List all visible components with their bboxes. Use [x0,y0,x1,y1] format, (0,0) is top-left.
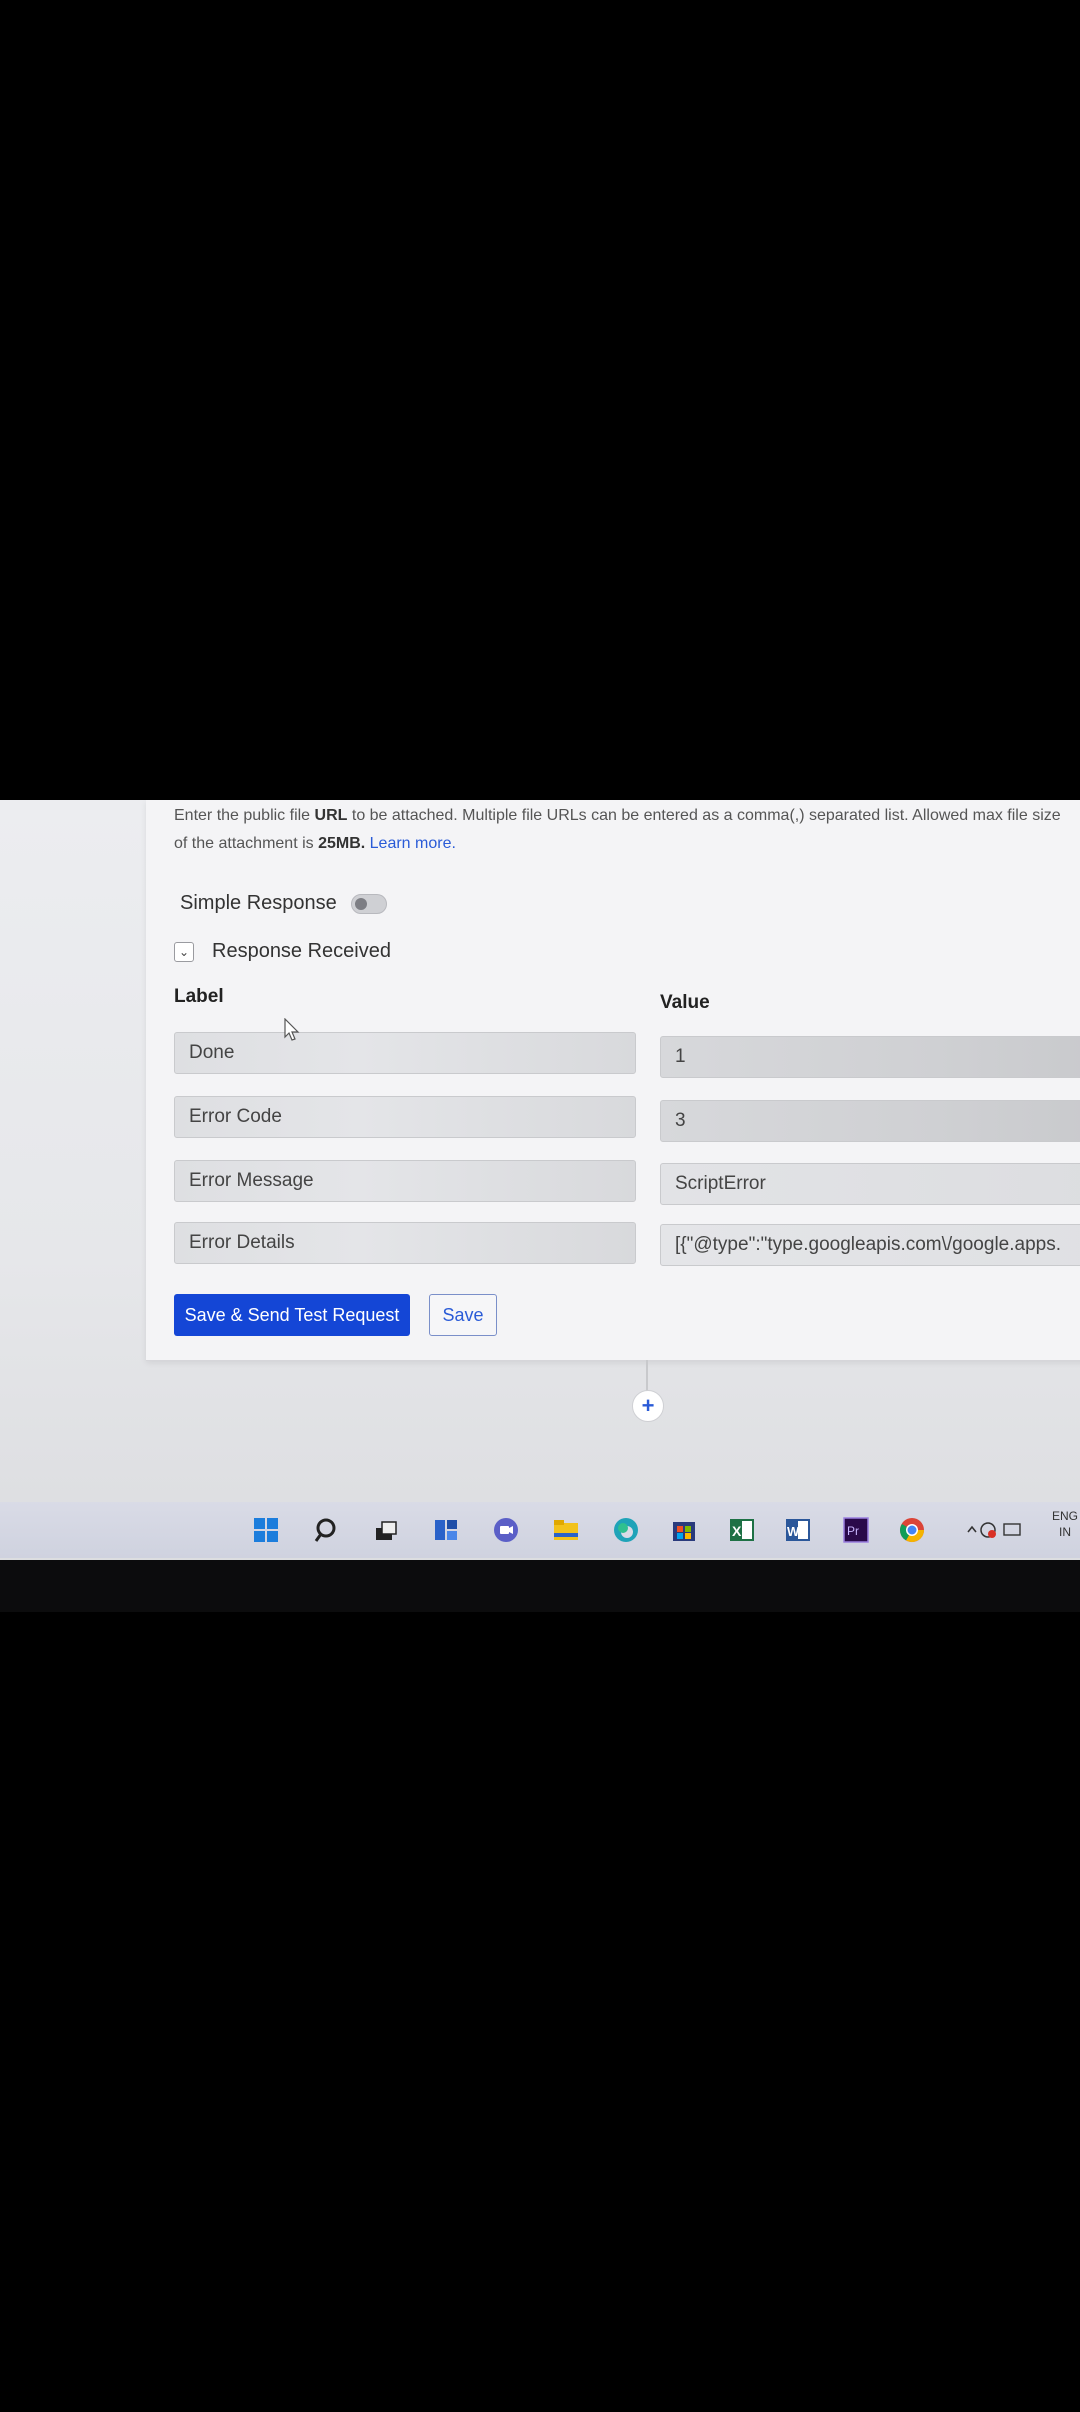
label-field-error-details[interactable]: Error Details [174,1222,636,1264]
label-field-done[interactable]: Done [174,1032,636,1074]
edge-icon[interactable] [612,1516,640,1544]
value-field-done[interactable]: 1 [660,1036,1080,1078]
word-icon[interactable]: W [784,1516,812,1544]
windows-start-icon[interactable] [252,1516,280,1544]
file-explorer-icon[interactable] [552,1516,580,1544]
language-indicator[interactable]: ENG IN [1052,1508,1078,1540]
save-and-send-test-request-button[interactable]: Save & Send Test Request [174,1294,410,1336]
simple-response-label: Simple Response [180,892,337,914]
mouse-pointer-icon [284,1018,300,1041]
system-tray-icons[interactable] [964,1516,1024,1544]
learn-more-link[interactable]: Learn more. [370,835,456,852]
value-field-error-details[interactable]: [{"@type":"type.googleapis.com\/google.a… [660,1224,1080,1266]
flow-connector [646,1360,648,1394]
laptop-bezel [0,1560,1080,1612]
widgets-icon[interactable] [432,1516,460,1544]
value-field-error-message[interactable]: ScriptError [660,1163,1080,1205]
simple-response-row: Simple Response [180,892,387,915]
excel-icon[interactable]: X [728,1516,756,1544]
search-icon[interactable] [312,1516,340,1544]
store-icon[interactable] [670,1516,698,1544]
svg-text:X: X [732,1523,742,1539]
windows-taskbar: X W Pr ENG IN [0,1502,1080,1558]
response-received-label: Response Received [212,940,391,962]
simple-response-toggle[interactable] [350,893,387,914]
save-button[interactable]: Save [429,1294,497,1336]
add-step-button[interactable]: + [632,1390,664,1422]
svg-text:W: W [787,1524,800,1539]
response-received-row[interactable]: ⌄ Response Received [174,940,391,963]
attachment-help-text: Enter the public file URL to be attached… [174,807,1061,852]
laptop-screen: Enter the public file URL to be attached… [0,800,1080,1560]
value-field-error-code[interactable]: 3 [660,1100,1080,1142]
premiere-icon[interactable]: Pr [842,1516,870,1544]
value-column-header: Value [660,992,710,1013]
label-field-error-code[interactable]: Error Code [174,1096,636,1138]
task-view-icon[interactable] [372,1516,400,1544]
http-action-card: Enter the public file URL to be attached… [146,800,1080,1361]
chat-icon[interactable] [492,1516,520,1544]
label-column-header: Label [174,986,224,1007]
chrome-icon[interactable] [898,1516,926,1544]
chevron-down-icon[interactable]: ⌄ [174,941,194,962]
svg-text:Pr: Pr [847,1524,859,1538]
label-field-error-message[interactable]: Error Message [174,1160,636,1202]
